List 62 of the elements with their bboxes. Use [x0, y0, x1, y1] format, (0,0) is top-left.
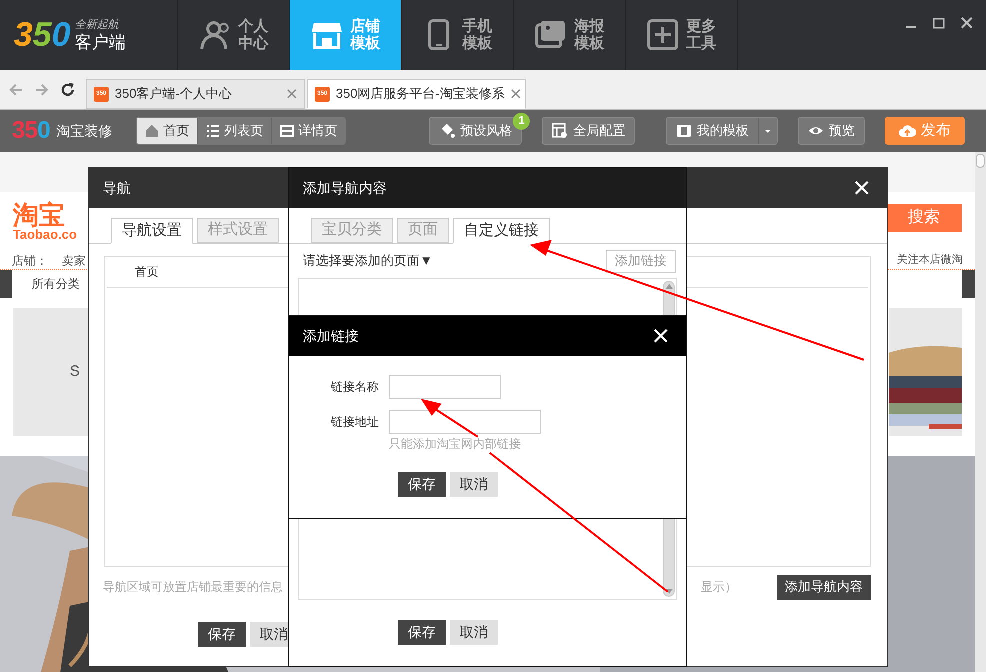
editor-name: 淘宝装修	[56, 122, 112, 140]
cancel-button[interactable]: 取消	[450, 472, 498, 497]
logo-tagline: 全新起航	[74, 20, 121, 30]
home-icon	[145, 124, 160, 138]
dialog-tab[interactable]: 导航设置	[111, 218, 193, 244]
toolbar-button[interactable]: 全局配置	[542, 117, 636, 145]
dialog-title: 导航	[103, 178, 131, 198]
grid-icon	[280, 124, 294, 138]
list-item[interactable]: 首页	[135, 263, 159, 281]
category-nav-item[interactable]: 所有分类	[32, 275, 80, 293]
upload-cloud-icon	[899, 124, 916, 138]
page-tab[interactable]: 详情页	[271, 118, 346, 144]
save-button[interactable]: 保存	[198, 622, 246, 647]
hint-text: 显示）	[701, 579, 737, 596]
add-nav-button[interactable]: 添加导航内容	[777, 574, 871, 600]
down-arrow-icon	[666, 589, 672, 594]
page-tab[interactable]: 首页	[137, 118, 198, 144]
tab-title: 350网店服务平台-淘宝装修系	[336, 85, 506, 104]
shop-label: 店铺：	[12, 252, 48, 270]
hint-text: 只能添加淘宝网内部链接	[389, 436, 522, 453]
banner-text: S	[70, 362, 80, 382]
dialog-title: 添加导航内容	[303, 178, 387, 198]
cancel-button[interactable]: 取消	[450, 620, 498, 645]
plus-icon	[646, 19, 678, 51]
app-logo: 350	[14, 18, 71, 52]
forward-icon[interactable]	[34, 82, 50, 98]
save-button[interactable]: 保存	[398, 472, 446, 497]
follow-link[interactable]: 关注本店微淘	[897, 252, 963, 269]
page-select-dropdown[interactable]: 请选择要添加的页面▼	[303, 251, 433, 271]
back-icon[interactable]	[8, 82, 24, 98]
tab-title: 350客户端-个人中心	[115, 85, 232, 104]
input-field[interactable]	[389, 375, 501, 399]
scrollbar[interactable]	[975, 152, 986, 672]
editor-logo: 350	[12, 119, 50, 143]
nav-bar-segment	[962, 270, 975, 298]
field-label: 链接名称	[330, 379, 380, 396]
close-icon[interactable]	[960, 16, 974, 30]
up-arrow-icon	[666, 284, 672, 289]
dialog-title: 添加链接	[303, 326, 359, 346]
nav-bar-segment	[0, 270, 12, 298]
store-logo: 淘宝	[13, 202, 65, 228]
list-icon	[206, 124, 220, 138]
shop-name: 卖家	[62, 252, 86, 270]
count-badge: 1	[513, 113, 530, 130]
page-tab[interactable]: 列表页	[197, 118, 272, 144]
dropdown-button[interactable]	[758, 118, 777, 144]
toolbar-button[interactable]: 预览	[798, 117, 865, 145]
logo-name: 客户端	[74, 34, 126, 50]
hint-text: 导航区域可放置店铺最重要的信息	[103, 579, 283, 596]
people-icon	[198, 19, 230, 51]
dialog-tab[interactable]: 自定义链接	[453, 218, 550, 244]
templates-button[interactable]: 我的模板	[667, 118, 758, 144]
field-label: 链接地址	[330, 414, 380, 431]
input-field[interactable]	[389, 410, 541, 434]
store-logo-subtitle: Taobao.co	[13, 228, 78, 241]
maximize-icon[interactable]	[932, 16, 946, 30]
save-button[interactable]: 保存	[398, 620, 446, 645]
photo-icon	[534, 19, 566, 51]
add-link-button[interactable]: 添加链接	[606, 250, 676, 272]
caret-icon	[764, 127, 772, 135]
reload-icon[interactable]	[60, 82, 76, 98]
layout-gear-icon	[552, 123, 568, 139]
